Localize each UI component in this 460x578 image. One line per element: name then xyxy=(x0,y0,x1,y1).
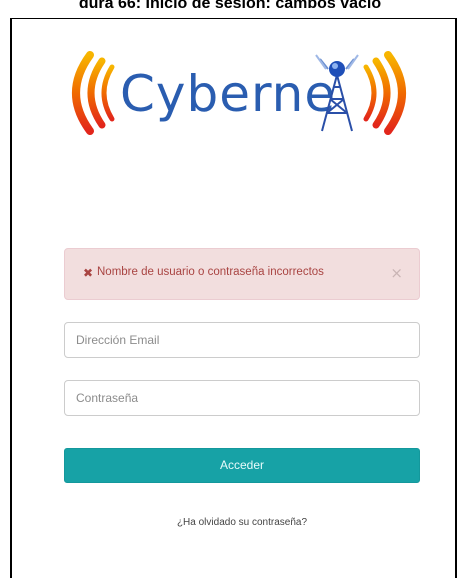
password-field[interactable] xyxy=(64,380,420,416)
tower-globe-icon xyxy=(329,61,345,77)
forgot-password-link[interactable]: ¿Ha olvidado su contraseña? xyxy=(64,517,420,528)
logo-wordmark: Cyberne xyxy=(120,65,336,123)
close-icon[interactable]: × xyxy=(390,264,403,282)
email-field[interactable] xyxy=(64,322,420,358)
signal-waves-left-icon xyxy=(72,51,115,135)
alert-message: Nombre de usuario o contraseña incorrect… xyxy=(97,266,324,278)
error-x-icon: ✖ xyxy=(83,266,94,280)
signal-waves-right-icon xyxy=(363,51,406,135)
login-error-alert: ✖ Nombre de usuario o contraseña incorre… xyxy=(64,248,420,300)
submit-button[interactable]: Acceder xyxy=(64,448,420,483)
cybernet-logo: Cyberne xyxy=(72,51,406,135)
figure-caption: gura 66: Inicio de sesión: campos vacío xyxy=(0,0,460,8)
